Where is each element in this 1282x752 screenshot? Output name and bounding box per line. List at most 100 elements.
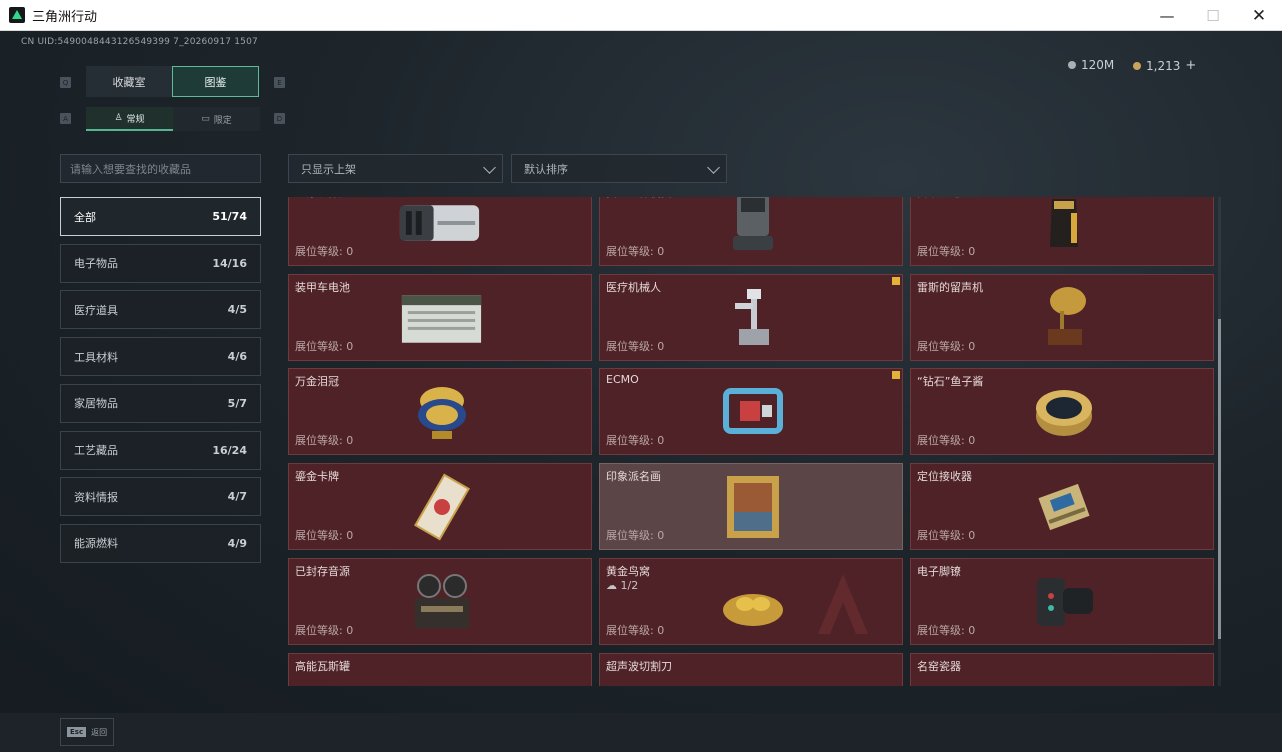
category-item[interactable]: 工具材料 4/6 bbox=[60, 337, 261, 377]
item-card[interactable]: “钻石”鱼子酱 展位等级: 0 bbox=[910, 368, 1214, 456]
uid-label: CN UID:5490048443126549399 7_20260917 15… bbox=[21, 37, 258, 47]
golden-nest-icon bbox=[705, 564, 800, 640]
regular-icon: ♙ bbox=[114, 113, 123, 123]
category-item[interactable]: 能源燃料 4/9 bbox=[60, 523, 261, 563]
add-currency-button[interactable]: + bbox=[1185, 58, 1196, 73]
golden-card-icon bbox=[394, 469, 489, 545]
item-card[interactable]: 医疗流体分展位等级: 0 bbox=[288, 197, 592, 266]
grid-scroll-thumb[interactable] bbox=[1218, 319, 1221, 639]
category-item[interactable]: 资料情报 4/7 bbox=[60, 477, 261, 517]
window-title-bar: 三角洲行动 — ☐ ✕ bbox=[0, 0, 1282, 31]
game-area: CN UID:5490048443126549399 7_20260917 15… bbox=[0, 31, 1282, 752]
item-card[interactable]: 高级咖啡豆展位等级: 0 bbox=[910, 197, 1214, 266]
coffee-bag-icon bbox=[1016, 197, 1111, 261]
category-count: 16/24 bbox=[212, 443, 247, 457]
item-card[interactable]: 已封存音源 展位等级: 0 bbox=[288, 557, 592, 645]
shelf-filter-dropdown[interactable]: 只显示上架 bbox=[288, 154, 503, 183]
maximize-button[interactable]: ☐ bbox=[1190, 0, 1236, 31]
item-card[interactable]: 医疗机械人展位等级: 0 bbox=[599, 273, 903, 361]
chevron-down-icon bbox=[483, 161, 496, 174]
display-level: 展位等级: 0 bbox=[917, 245, 976, 258]
item-name: ECMO bbox=[606, 373, 639, 387]
item-name: 黄金鸟窝 bbox=[606, 564, 650, 578]
framed-painting-icon bbox=[705, 469, 800, 545]
item-name: 已封存音源 bbox=[295, 564, 350, 578]
caviar-tin-icon bbox=[1016, 374, 1111, 450]
display-level: 展位等级: 0 bbox=[606, 339, 665, 353]
display-level: 展位等级: 0 bbox=[917, 623, 976, 637]
back-label: 返回 bbox=[91, 727, 108, 737]
porcelain-icon bbox=[1016, 659, 1111, 686]
item-card[interactable]: 鎏金卡牌 展位等级: 0 bbox=[288, 463, 592, 551]
item-card[interactable]: 超声波切割刀展位等级: 0 bbox=[599, 652, 903, 687]
display-level: 展位等级: 0 bbox=[295, 245, 354, 258]
category-count: 4/5 bbox=[227, 303, 247, 317]
category-count: 51/74 bbox=[212, 210, 247, 223]
display-level: 展位等级: 0 bbox=[606, 245, 665, 258]
sort-dropdown[interactable]: 默认排序 bbox=[511, 154, 727, 183]
tab-collection-room[interactable]: 收藏室 bbox=[86, 66, 172, 97]
item-card[interactable]: ECMO 展位等级: 0 bbox=[599, 368, 903, 456]
owned-count: ☁ 1/2 bbox=[606, 579, 638, 592]
item-name: 装甲车电池 bbox=[295, 280, 350, 294]
camera-module-icon bbox=[394, 197, 489, 261]
ultrasonic-cutter-icon bbox=[705, 659, 800, 687]
item-card[interactable]: 万金泪冠 展位等级: 0 bbox=[288, 368, 592, 456]
item-name: 超声波切割刀 bbox=[606, 659, 672, 673]
item-name: 医疗流体分 bbox=[295, 197, 350, 200]
item-card[interactable]: 雷斯的留声机 展位等级: 0 bbox=[910, 273, 1214, 361]
silver-amount: 120M bbox=[1081, 58, 1115, 72]
category-count: 4/6 bbox=[227, 350, 247, 364]
item-name: 名窑瓷器 bbox=[917, 659, 961, 673]
item-name: “钻石”鱼子酱 bbox=[917, 375, 984, 389]
subtab-regular[interactable]: ♙ 常规 bbox=[86, 107, 173, 131]
silver-coin-icon bbox=[1068, 61, 1076, 69]
back-button[interactable]: Esc 返回 bbox=[60, 718, 114, 746]
category-label: 工具材料 bbox=[74, 350, 118, 364]
item-name: 扫地一体机器人 bbox=[606, 197, 683, 200]
item-name: 鎏金卡牌 bbox=[295, 470, 339, 484]
category-item[interactable]: 医疗道具 4/5 bbox=[60, 290, 261, 330]
category-count: 4/9 bbox=[227, 536, 247, 550]
close-button[interactable]: ✕ bbox=[1236, 0, 1282, 31]
gas-canister-icon bbox=[394, 659, 489, 687]
category-count: 5/7 bbox=[227, 396, 247, 410]
item-card[interactable]: 扫地一体机器人展位等级: 0 bbox=[599, 197, 903, 266]
category-label: 医疗道具 bbox=[74, 303, 118, 317]
item-card[interactable]: 高能瓦斯罐展位等级: 0 bbox=[288, 652, 592, 687]
subtab-regular-label: 常规 bbox=[126, 114, 145, 125]
key-hint-e: E bbox=[274, 77, 285, 88]
display-level: 展位等级: 0 bbox=[606, 529, 665, 543]
item-card[interactable]: 黄金鸟窝 ☁ 1/2 展位等级: 0 bbox=[599, 557, 903, 645]
category-count: 14/16 bbox=[212, 256, 247, 270]
item-card[interactable]: 定位接收器 展位等级: 0 bbox=[910, 463, 1214, 551]
window-title: 三角洲行动 bbox=[32, 9, 98, 25]
item-card[interactable]: 印象派名画展位等级: 0 bbox=[599, 463, 903, 551]
search-input[interactable]: 请输入想要查找的收藏品 bbox=[60, 154, 261, 183]
category-item[interactable]: 全部 51/74 bbox=[60, 197, 261, 236]
stack-icon: ☁ bbox=[606, 578, 621, 592]
item-name: 印象派名画 bbox=[606, 470, 661, 484]
item-name: 医疗机械人 bbox=[606, 280, 661, 294]
minimize-button[interactable]: — bbox=[1144, 0, 1190, 31]
category-item[interactable]: 家居物品 5/7 bbox=[60, 383, 261, 423]
category-label: 电子物品 bbox=[74, 257, 118, 271]
display-level: 展位等级: 0 bbox=[606, 623, 665, 637]
category-label: 家居物品 bbox=[74, 397, 118, 411]
category-item[interactable]: 电子物品 14/16 bbox=[60, 243, 261, 283]
battery-icon bbox=[394, 280, 489, 356]
app-logo-icon bbox=[9, 7, 25, 23]
item-card[interactable]: 装甲车电池 展位等级: 0 bbox=[288, 273, 592, 361]
tab-catalog[interactable]: 图鉴 bbox=[172, 66, 259, 97]
chevron-down-icon bbox=[707, 161, 720, 174]
subtab-limited[interactable]: ▭ 限定 bbox=[173, 107, 260, 131]
key-hint-q: Q bbox=[60, 77, 71, 88]
item-card[interactable]: 名窑瓷器展位等级: 0 bbox=[910, 652, 1214, 686]
category-item[interactable]: 工艺藏品 16/24 bbox=[60, 430, 261, 470]
gold-amount: 1,213 bbox=[1146, 58, 1181, 73]
item-name: 高级咖啡豆 bbox=[917, 197, 972, 200]
category-label: 资料情报 bbox=[74, 490, 118, 504]
reel-recorder-icon bbox=[394, 564, 489, 640]
item-card[interactable]: 电子脚镣 展位等级: 0 bbox=[910, 557, 1214, 645]
item-grid: 医疗流体分展位等级: 0扫地一体机器人展位等级: 0高级咖啡豆展位等级: 0装甲… bbox=[288, 197, 1215, 686]
